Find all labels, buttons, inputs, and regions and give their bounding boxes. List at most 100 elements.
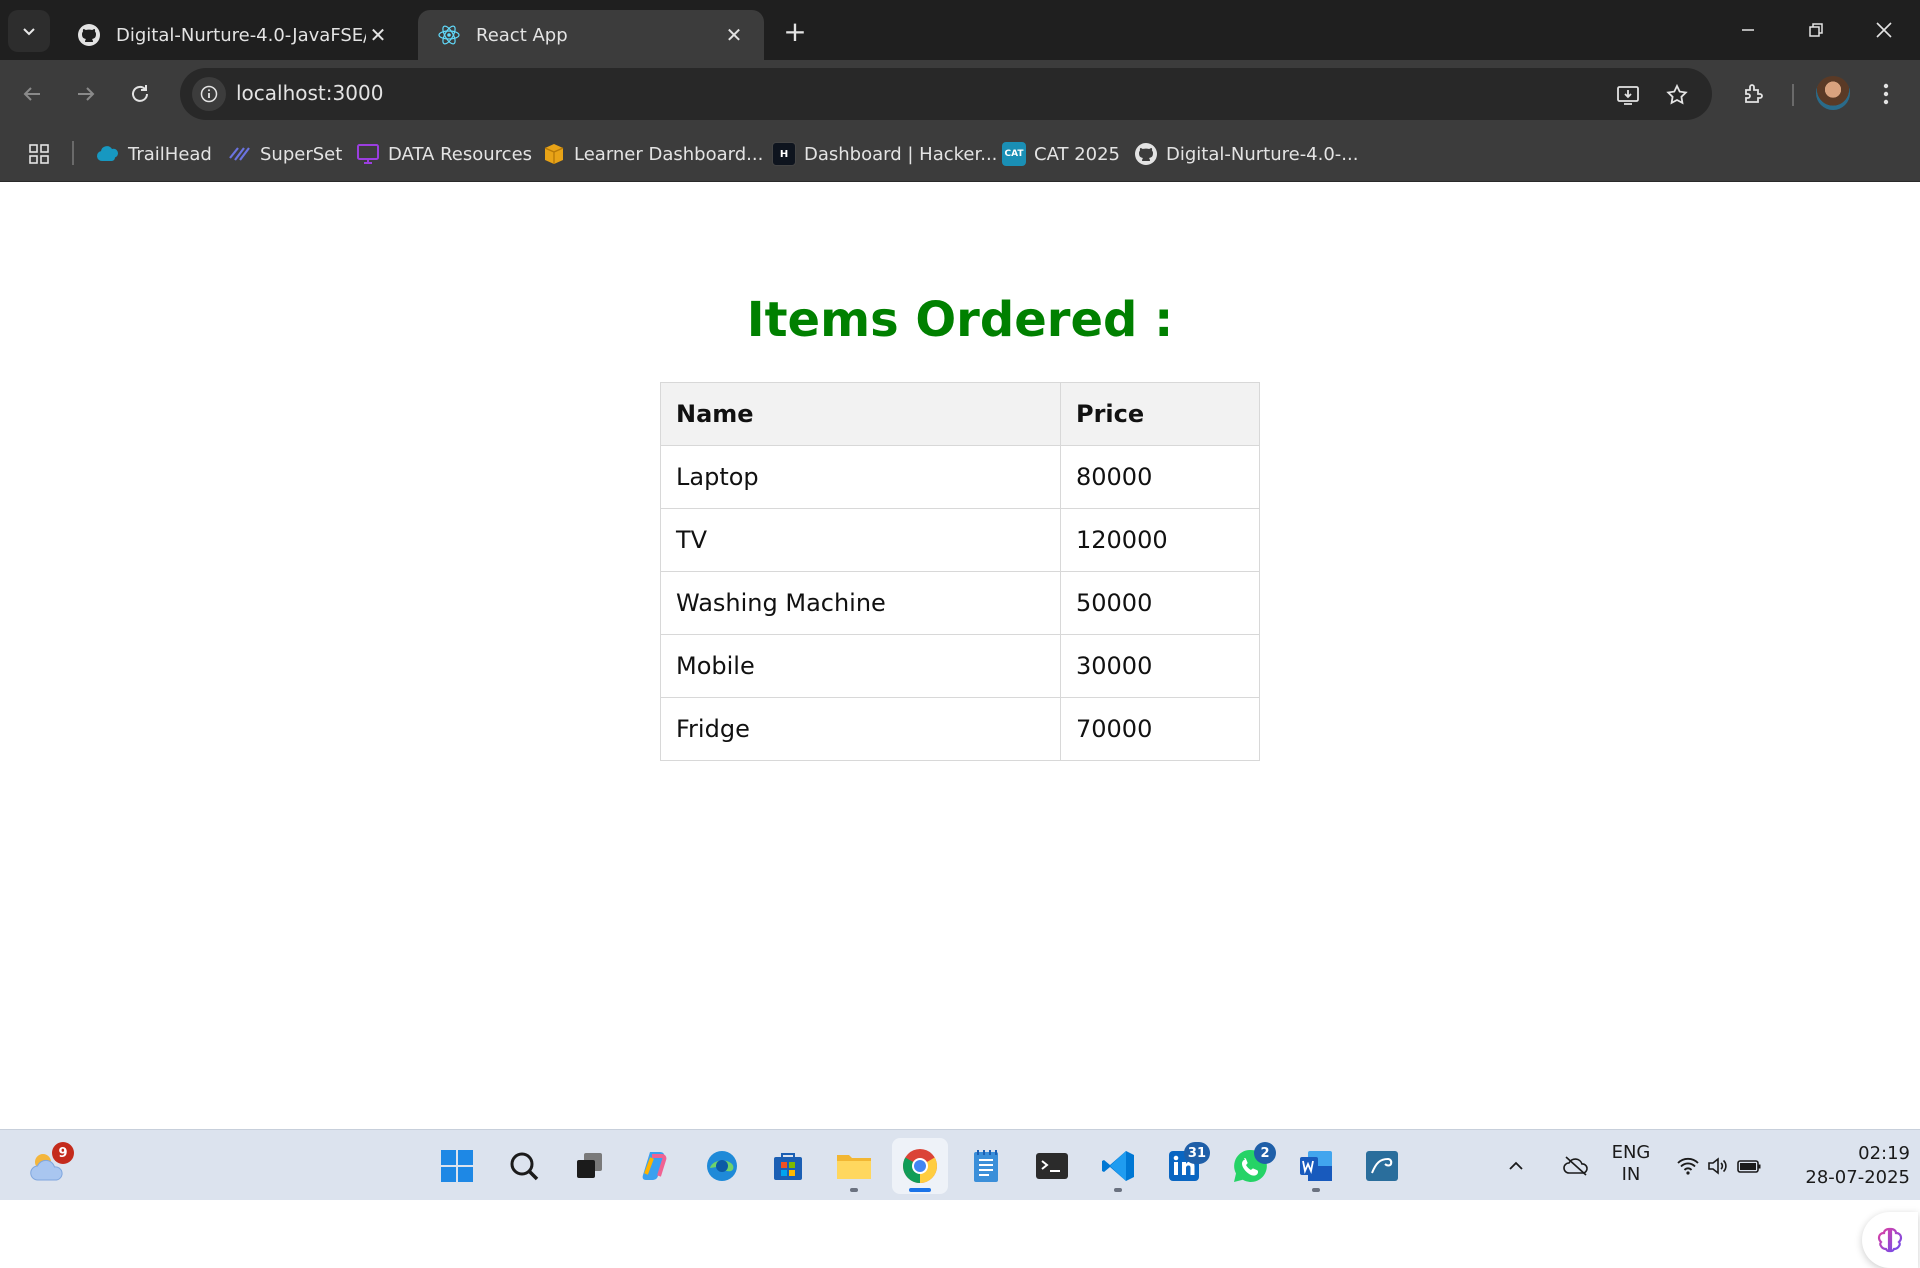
item-price-cell: 120000 — [1060, 508, 1260, 572]
notification-badge: 2 — [1254, 1142, 1276, 1164]
github-icon — [76, 22, 102, 48]
menu-button[interactable] — [1866, 74, 1906, 114]
react-icon — [436, 22, 462, 48]
bookmark-digital-nurture[interactable]: Digital-Nurture-4.0-... — [1134, 139, 1358, 169]
word-icon — [1300, 1151, 1332, 1181]
edge-button[interactable] — [694, 1138, 750, 1194]
github-icon — [1134, 142, 1158, 166]
whatsapp-button[interactable]: 2 — [1222, 1138, 1278, 1194]
linkedin-button[interactable]: 31 — [1156, 1138, 1212, 1194]
table-header-row: Name Price — [660, 382, 1260, 446]
language-line-2: IN — [1621, 1164, 1641, 1185]
tab-react-app[interactable]: React App ✕ — [418, 10, 764, 60]
reload-button[interactable] — [120, 74, 160, 114]
battery-icon — [1737, 1160, 1761, 1173]
chevron-up-icon — [1509, 1161, 1523, 1170]
superset-icon — [228, 142, 252, 166]
close-tab-icon[interactable]: ✕ — [366, 23, 390, 47]
onedrive-offline-icon — [1563, 1156, 1588, 1176]
address-bar[interactable]: localhost:3000 — [180, 68, 1712, 120]
new-tab-button[interactable]: + — [778, 14, 812, 48]
clock-date: 28-07-2025 — [1805, 1167, 1910, 1188]
profile-avatar[interactable] — [1816, 76, 1850, 110]
notepad-button[interactable] — [958, 1138, 1014, 1194]
back-button[interactable] — [12, 74, 52, 114]
file-explorer-button[interactable] — [826, 1138, 882, 1194]
items-table: Name Price Laptop 80000 TV 120000 Washin… — [660, 382, 1260, 761]
bookmark-star-button[interactable] — [1660, 78, 1694, 112]
running-indicator — [1312, 1188, 1320, 1192]
tab-title: Digital-Nurture-4.0-JavaFSE/Jav — [116, 24, 366, 46]
quick-settings-button[interactable] — [1670, 1138, 1768, 1194]
tab-search-button[interactable] — [8, 10, 50, 52]
search-icon — [510, 1152, 539, 1181]
toolbar-divider — [1792, 84, 1794, 106]
monitor-icon — [356, 142, 380, 166]
extensions-button[interactable] — [1734, 74, 1774, 114]
bookmark-label: CAT 2025 — [1034, 143, 1121, 165]
mysql-workbench-icon — [1366, 1151, 1398, 1181]
volume-icon — [1708, 1157, 1727, 1175]
forward-arrow-icon — [78, 87, 95, 101]
edge-icon — [707, 1151, 737, 1181]
notification-badge: 9 — [52, 1142, 74, 1164]
bookmark-label: Learner Dashboard... — [574, 143, 764, 165]
bookmark-learner-dashboard[interactable]: Learner Dashboard... — [542, 139, 763, 169]
show-hidden-icons-button[interactable] — [1498, 1138, 1534, 1194]
system-clock[interactable]: 02:19 28-07-2025 — [1780, 1142, 1910, 1190]
close-window-button[interactable] — [1850, 0, 1918, 60]
table-row: Laptop 80000 — [660, 445, 1260, 509]
table-row: Fridge 70000 — [660, 697, 1260, 761]
terminal-icon — [1036, 1153, 1068, 1179]
weather-widget[interactable]: 9 — [20, 1138, 76, 1194]
apps-grid-icon[interactable] — [24, 139, 54, 169]
vscode-button[interactable] — [1090, 1138, 1146, 1194]
forward-button[interactable] — [66, 74, 106, 114]
chrome-button[interactable] — [892, 1138, 948, 1194]
site-info-icon[interactable] — [192, 77, 226, 111]
bookmark-superset[interactable]: SuperSet — [228, 139, 342, 169]
item-name-cell: Laptop — [660, 445, 1061, 509]
tab-title: React App — [476, 24, 568, 46]
language-line-1: ENG — [1611, 1142, 1651, 1163]
browser-toolbar: localhost:3000 — [0, 60, 1920, 127]
search-button[interactable] — [496, 1138, 552, 1194]
reload-icon — [132, 85, 148, 102]
notepad-icon — [974, 1150, 998, 1182]
start-button[interactable] — [429, 1138, 485, 1194]
tab-github[interactable]: Digital-Nurture-4.0-JavaFSE/Jav ✕ — [58, 10, 408, 60]
bookmark-hackerrank[interactable]: H Dashboard | Hacker... — [772, 139, 997, 169]
bookmark-data-resources[interactable]: DATA Resources — [356, 139, 532, 169]
onedrive-button[interactable] — [1556, 1138, 1596, 1194]
ai-assistant-widget[interactable] — [1862, 1212, 1918, 1268]
restore-button[interactable] — [1782, 0, 1850, 60]
bookmark-cat-2025[interactable]: CAT CAT 2025 — [1002, 139, 1120, 169]
close-tab-icon[interactable]: ✕ — [722, 23, 746, 47]
running-indicator — [1114, 1188, 1122, 1192]
minimize-button[interactable] — [1714, 0, 1782, 60]
item-price-cell: 80000 — [1060, 445, 1260, 509]
store-button[interactable] — [760, 1138, 816, 1194]
url-text[interactable]: localhost:3000 — [236, 81, 383, 105]
word-button[interactable] — [1288, 1138, 1344, 1194]
windows-logo-icon — [441, 1150, 473, 1182]
copilot-button[interactable] — [628, 1138, 684, 1194]
bookmark-trailhead[interactable]: TrailHead — [96, 139, 212, 169]
task-view-button[interactable] — [562, 1138, 618, 1194]
more-vertical-icon — [1883, 83, 1889, 105]
salesforce-cloud-icon — [96, 142, 120, 166]
item-name-cell: Fridge — [660, 697, 1061, 761]
language-indicator[interactable]: ENG IN — [1604, 1142, 1658, 1186]
brain-icon — [1877, 1227, 1903, 1253]
folder-icon — [837, 1155, 871, 1179]
clock-time: 02:19 — [1858, 1143, 1910, 1164]
hackerrank-icon: H — [772, 142, 796, 166]
terminal-button[interactable] — [1024, 1138, 1080, 1194]
vscode-icon — [1102, 1151, 1134, 1181]
star-icon — [1666, 83, 1688, 105]
cat-icon: CAT — [1002, 142, 1026, 166]
mysql-workbench-button[interactable] — [1354, 1138, 1410, 1194]
install-icon — [1617, 86, 1639, 105]
table-row: Washing Machine 50000 — [660, 571, 1260, 635]
install-app-button[interactable] — [1611, 78, 1645, 112]
